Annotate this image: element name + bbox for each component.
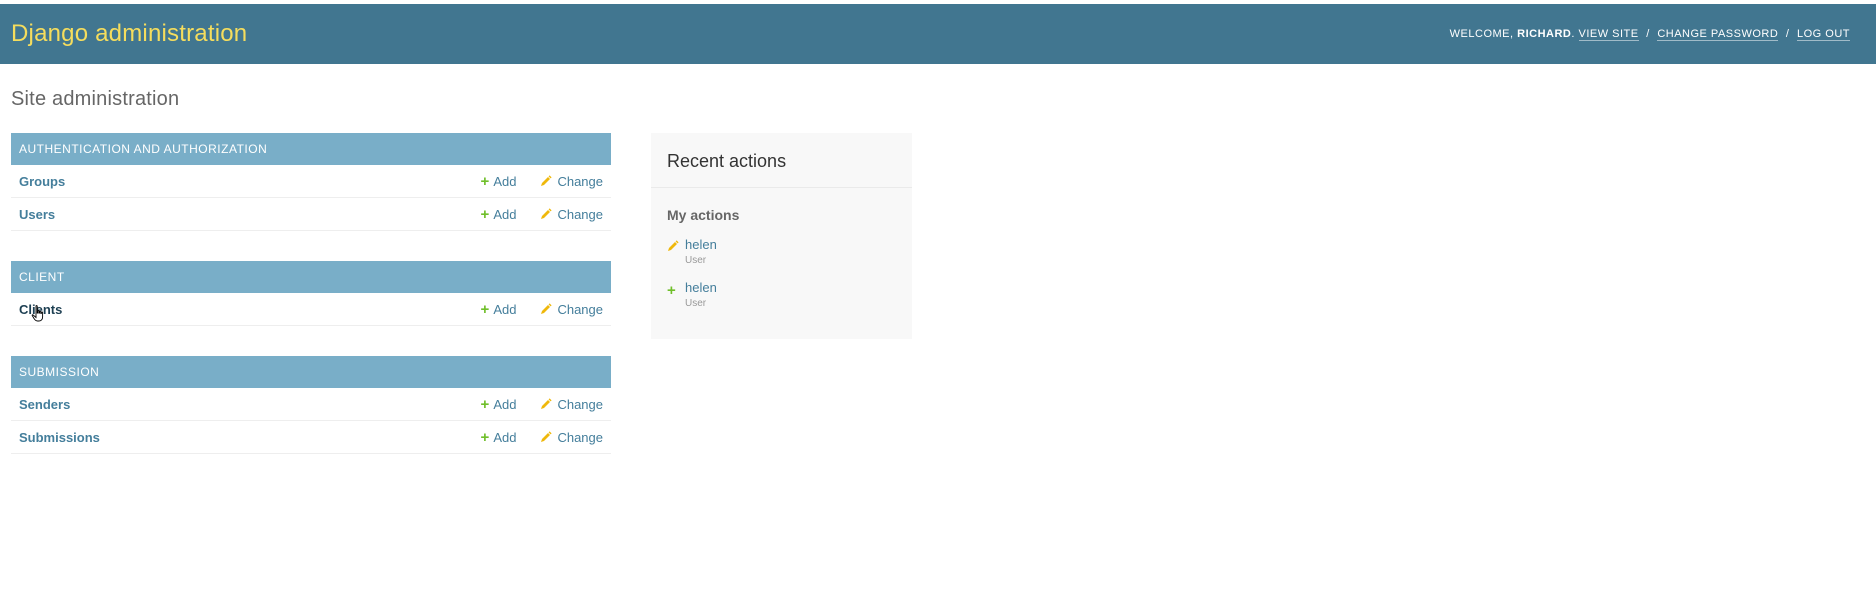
change-button[interactable]: Change xyxy=(540,207,603,222)
header: Django administration Welcome, Richard. … xyxy=(0,4,1876,64)
add-label: Add xyxy=(493,429,517,445)
model-link-users[interactable]: Users xyxy=(19,207,481,222)
model-link-submissions[interactable]: Submissions xyxy=(19,430,481,445)
change-label: Change xyxy=(557,396,603,412)
change-label: Change xyxy=(557,301,603,317)
add-label: Add xyxy=(493,206,517,222)
recent-action-item: + helen User xyxy=(651,276,912,313)
model-row-groups: Groups + Add Change xyxy=(11,165,611,198)
model-row-submissions: Submissions + Add Change xyxy=(11,421,611,454)
model-link-senders[interactable]: Senders xyxy=(19,397,481,412)
my-actions-title: My actions xyxy=(667,207,740,223)
recent-actions-panel: Recent actions My actions helen User + h… xyxy=(651,133,912,339)
plus-icon: + xyxy=(480,205,490,223)
recent-action-type: User xyxy=(685,255,707,266)
model-row-clients: Clients + Add Change xyxy=(11,293,611,326)
module-caption[interactable]: Submission xyxy=(11,356,611,388)
add-button[interactable]: + Add xyxy=(481,207,517,222)
add-button[interactable]: + Add xyxy=(481,174,517,189)
plus-icon: + xyxy=(480,300,490,318)
module-caption[interactable]: Authentication and Authorization xyxy=(11,133,611,165)
app-list: Authentication and Authorization Groups … xyxy=(11,133,611,484)
recent-action-item: helen User xyxy=(651,233,912,270)
change-button[interactable]: Change xyxy=(540,430,603,445)
pencil-icon xyxy=(540,208,553,220)
columns: Authentication and Authorization Groups … xyxy=(11,133,1865,484)
change-label: Change xyxy=(557,429,603,445)
change-password-link[interactable]: Change password xyxy=(1657,28,1779,41)
recent-actions-title: Recent actions xyxy=(651,133,912,188)
change-button[interactable]: Change xyxy=(540,174,603,189)
change-button[interactable]: Change xyxy=(540,302,603,317)
separator: / xyxy=(1785,28,1790,40)
module-auth: Authentication and Authorization Groups … xyxy=(11,133,611,231)
module-client: Client Clients + Add Change xyxy=(11,261,611,326)
recent-action-link[interactable]: helen xyxy=(685,237,717,252)
model-row-users: Users + Add Change xyxy=(11,198,611,231)
recent-action-type: User xyxy=(685,298,707,309)
username: Richard xyxy=(1517,28,1572,40)
pencil-icon xyxy=(667,237,685,266)
page-title: Site administration xyxy=(11,88,180,110)
log-out-link[interactable]: Log out xyxy=(1796,28,1850,41)
separator: / xyxy=(1646,28,1650,40)
plus-icon: + xyxy=(480,172,490,190)
welcome-text: Welcome, xyxy=(1449,28,1514,40)
add-label: Add xyxy=(493,396,517,412)
pencil-icon xyxy=(540,175,553,187)
change-label: Change xyxy=(557,173,603,189)
add-label: Add xyxy=(493,301,517,317)
add-button[interactable]: + Add xyxy=(481,430,517,445)
recent-action-link[interactable]: helen xyxy=(685,280,717,295)
change-label: Change xyxy=(557,206,603,222)
pencil-icon xyxy=(540,303,553,315)
model-link-clients[interactable]: Clients xyxy=(19,302,481,317)
plus-icon: + xyxy=(480,395,490,413)
model-link-groups[interactable]: Groups xyxy=(19,174,481,189)
add-button[interactable]: + Add xyxy=(481,397,517,412)
change-button[interactable]: Change xyxy=(540,397,603,412)
model-row-senders: Senders + Add Change xyxy=(11,388,611,421)
module-caption[interactable]: Client xyxy=(11,261,611,293)
site-branding[interactable]: Django administration xyxy=(11,20,247,48)
content: Site administration Authentication and A… xyxy=(0,64,1876,484)
pencil-icon xyxy=(540,398,553,410)
view-site-link[interactable]: View site xyxy=(1578,28,1639,41)
add-label: Add xyxy=(493,173,517,189)
add-button[interactable]: + Add xyxy=(481,302,517,317)
user-tools: Welcome, Richard. View site / Change pas… xyxy=(1449,28,1850,41)
plus-icon: + xyxy=(667,282,676,299)
pencil-icon xyxy=(540,431,553,443)
plus-icon: + xyxy=(480,428,490,446)
module-submission: Submission Senders + Add Change xyxy=(11,356,611,454)
